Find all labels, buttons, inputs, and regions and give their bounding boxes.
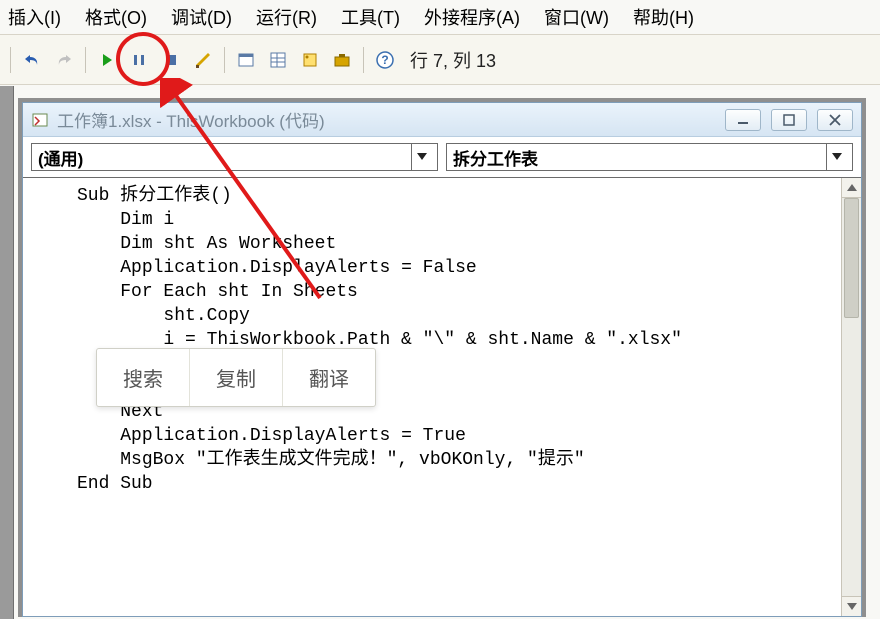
procedure-combobox[interactable]: 拆分工作表 (446, 143, 853, 171)
help-button[interactable]: ? (372, 47, 398, 73)
code-text[interactable]: Sub 拆分工作表() Dim i Dim sht As Worksheet A… (23, 178, 861, 502)
toolbar-separator (85, 47, 86, 73)
svg-text:?: ? (381, 53, 388, 67)
code-window-titlebar[interactable]: 工作簿1.xlsx - ThisWorkbook (代码) (23, 103, 861, 137)
cursor-position-label: 行 7, 列 13 (410, 47, 496, 73)
menu-bar: 插入(I) 格式(O) 调试(D) 运行(R) 工具(T) 外接程序(A) 窗口… (0, 0, 880, 35)
play-icon (100, 53, 114, 67)
menu-window[interactable]: 窗口(W) (544, 4, 609, 30)
selection-toolbar: 搜索 复制 翻译 (96, 348, 376, 407)
design-icon (194, 51, 212, 69)
translate-button[interactable]: 翻译 (282, 349, 375, 406)
redo-icon (55, 51, 73, 69)
object-combobox[interactable]: (通用) (31, 143, 438, 171)
toolbox-button[interactable] (329, 47, 355, 73)
design-mode-button[interactable] (190, 47, 216, 73)
mdi-side-strip (0, 86, 14, 619)
object-browser-button[interactable] (297, 47, 323, 73)
toolbox-icon (333, 51, 351, 69)
minimize-icon (736, 115, 750, 125)
vertical-scrollbar[interactable] (841, 178, 861, 616)
toolbar-separator (10, 47, 11, 73)
scrollbar-track[interactable] (842, 198, 861, 596)
undo-button[interactable] (19, 47, 45, 73)
chevron-up-icon (847, 184, 857, 192)
maximize-button[interactable] (771, 109, 807, 131)
menu-run[interactable]: 运行(R) (256, 4, 317, 30)
close-button[interactable] (817, 109, 853, 131)
scroll-up-button[interactable] (842, 178, 861, 198)
scrollbar-thumb[interactable] (844, 198, 859, 318)
menu-format[interactable]: 格式(O) (85, 4, 147, 30)
properties-icon (269, 51, 287, 69)
scroll-down-button[interactable] (842, 596, 861, 616)
maximize-icon (782, 114, 796, 126)
menu-addins[interactable]: 外接程序(A) (424, 4, 520, 30)
procedure-combobox-value: 拆分工作表 (453, 145, 538, 170)
stop-icon (164, 53, 178, 67)
module-icon (31, 111, 49, 129)
project-icon (237, 51, 255, 69)
properties-button[interactable] (265, 47, 291, 73)
toolbar-separator (224, 47, 225, 73)
close-icon (828, 114, 842, 126)
menu-tools[interactable]: 工具(T) (341, 4, 400, 30)
toolbar: ? 行 7, 列 13 (0, 35, 880, 85)
object-browser-icon (301, 51, 319, 69)
menu-help[interactable]: 帮助(H) (633, 4, 694, 30)
object-combobox-value: (通用) (38, 145, 83, 170)
redo-button[interactable] (51, 47, 77, 73)
pause-button[interactable] (126, 47, 152, 73)
help-icon: ? (376, 51, 394, 69)
menu-debug[interactable]: 调试(D) (171, 4, 232, 30)
copy-button[interactable]: 复制 (189, 349, 282, 406)
undo-icon (23, 51, 41, 69)
chevron-down-icon (411, 144, 431, 170)
project-explorer-button[interactable] (233, 47, 259, 73)
chevron-down-icon (847, 603, 857, 611)
menu-insert[interactable]: 插入(I) (8, 4, 61, 30)
run-button[interactable] (94, 47, 120, 73)
chevron-down-icon (826, 144, 846, 170)
code-window-title: 工作簿1.xlsx - ThisWorkbook (代码) (57, 107, 717, 132)
search-button[interactable]: 搜索 (97, 349, 189, 406)
minimize-button[interactable] (725, 109, 761, 131)
pause-icon (132, 53, 146, 67)
toolbar-separator (363, 47, 364, 73)
code-nav-selectors: (通用) 拆分工作表 (23, 137, 861, 177)
stop-button[interactable] (158, 47, 184, 73)
